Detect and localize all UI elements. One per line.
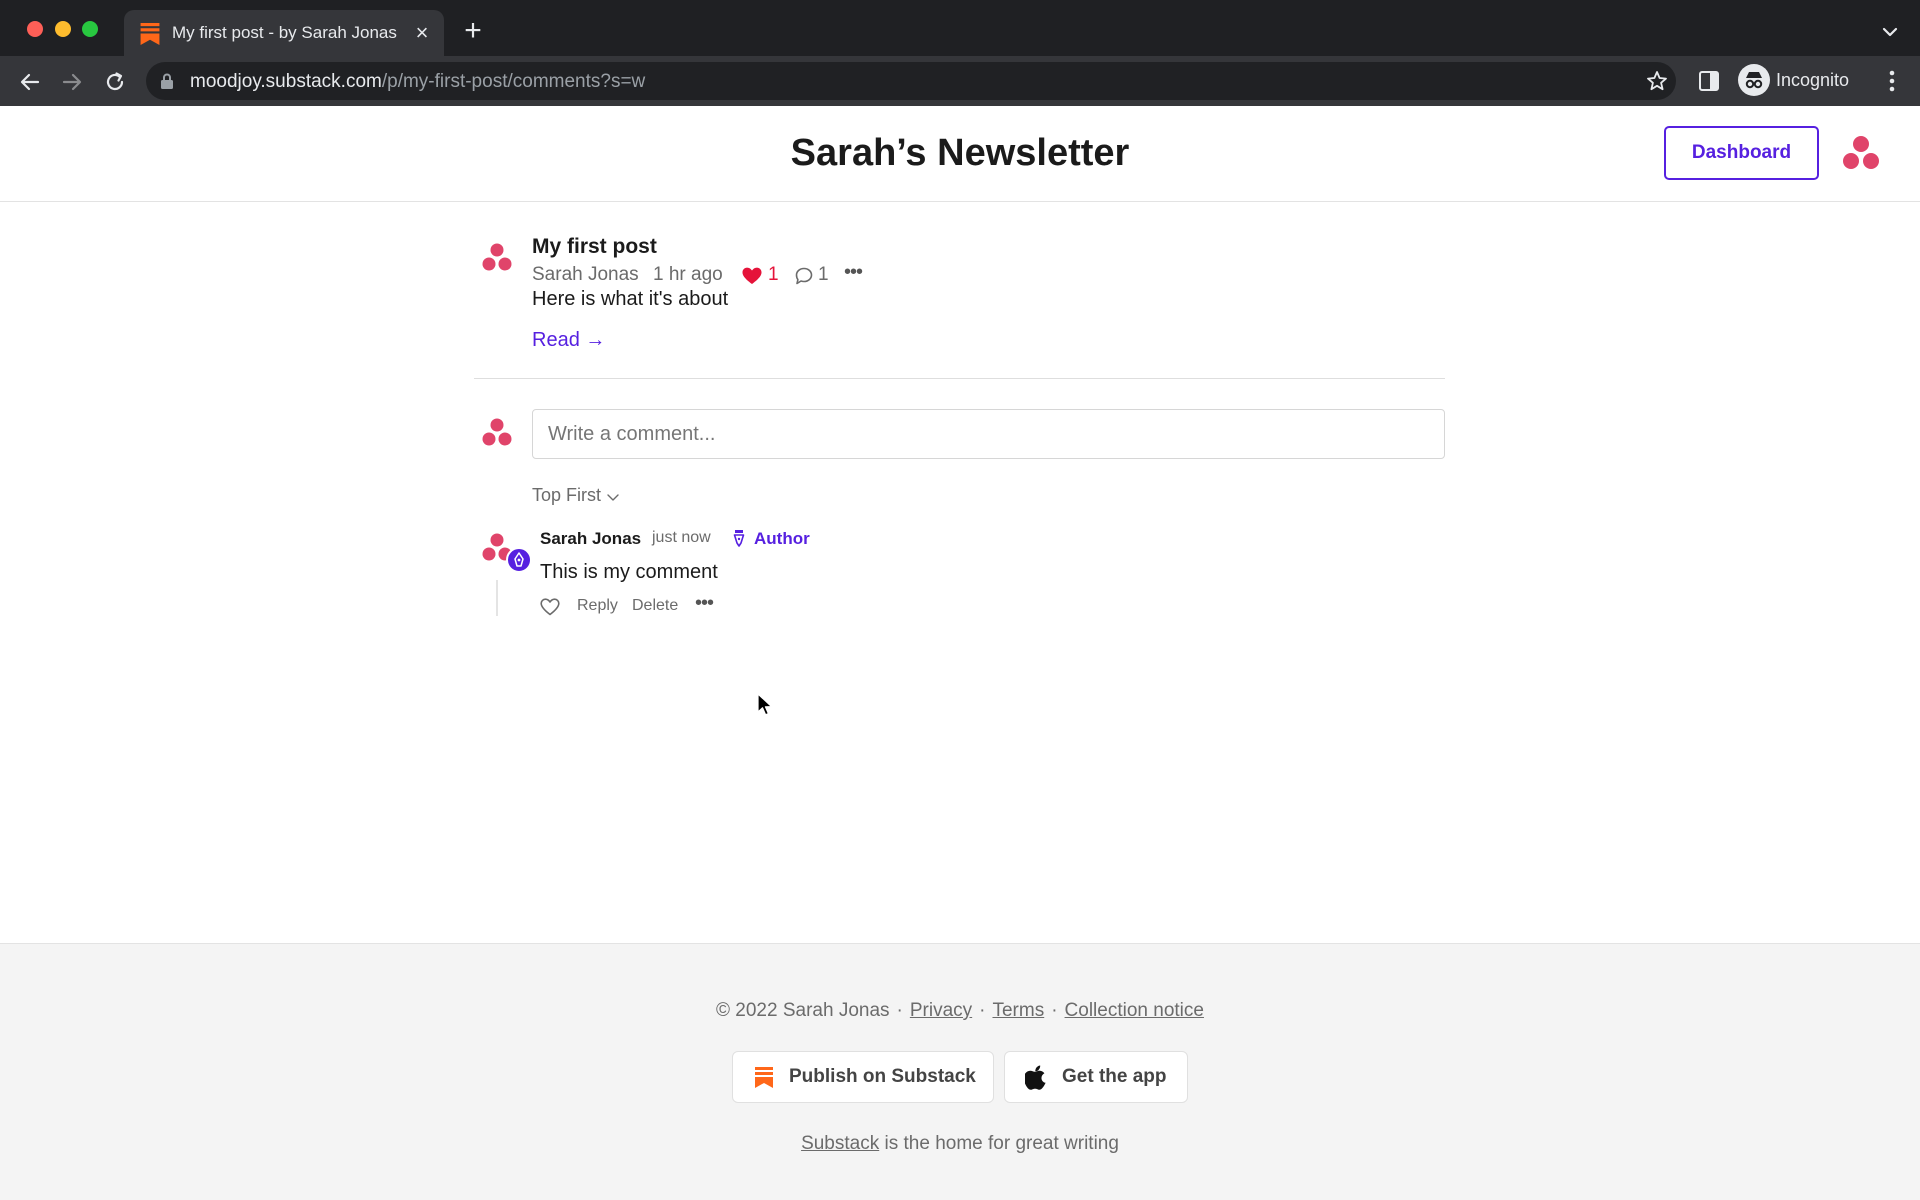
post-subtitle: Here is what it's about: [532, 288, 729, 310]
url-host: moodjoy.substack.com: [190, 71, 382, 92]
address-bar[interactable]: moodjoy.substack.com/p/my-first-post/com…: [146, 62, 1676, 100]
kebab-menu-icon[interactable]: [1882, 68, 1902, 94]
sort-label: Top First: [532, 485, 602, 505]
like-count[interactable]: 1: [768, 264, 779, 286]
tab-search-chevron-icon[interactable]: [1876, 20, 1904, 44]
composer-avatar: [482, 418, 512, 446]
tab-title: My first post - by Sarah Jonas: [172, 23, 397, 42]
terms-link[interactable]: Terms: [992, 1000, 1044, 1021]
read-link[interactable]: Read →: [532, 329, 605, 352]
site-header: Sarah’s Newsletter Dashboard: [0, 106, 1920, 202]
star-icon[interactable]: [1646, 70, 1668, 92]
tab-close-icon[interactable]: ×: [410, 21, 434, 45]
author-badge-icon: [506, 547, 532, 573]
forward-icon[interactable]: [58, 68, 86, 96]
copyright-text: © 2022 Sarah Jonas: [716, 1000, 890, 1021]
footer-links: © 2022 Sarah Jonas · Privacy · Terms · Collect…: [0, 1000, 1920, 1022]
comment-bubble-icon[interactable]: [795, 267, 813, 285]
side-panel-icon[interactable]: [1698, 70, 1720, 92]
incognito-label: Incognito: [1776, 70, 1850, 90]
lock-icon[interactable]: [160, 73, 174, 89]
dashboard-button[interactable]: Dashboard: [1664, 126, 1819, 180]
comment-author[interactable]: Sarah Jonas: [540, 529, 641, 549]
pen-nib-icon: [733, 530, 745, 547]
url-text: moodjoy.substack.com/p/my-first-post/com…: [190, 71, 645, 93]
apple-logo-icon: [1025, 1065, 1046, 1090]
delete-button[interactable]: Delete: [632, 597, 678, 615]
separator: ·: [1051, 1000, 1058, 1021]
post-time: 1 hr ago: [653, 264, 723, 285]
minimize-window-button[interactable]: [55, 21, 71, 37]
comment-more-icon[interactable]: •••: [695, 592, 717, 614]
publish-on-substack-button[interactable]: Publish on Substack: [732, 1051, 994, 1103]
post-title[interactable]: My first post: [532, 235, 657, 259]
post-author[interactable]: Sarah Jonas: [532, 264, 639, 286]
back-icon[interactable]: [16, 68, 44, 96]
tagline-text: is the home for great writing: [879, 1133, 1119, 1154]
chevron-down-icon: [607, 494, 619, 501]
post-author-avatar[interactable]: [482, 243, 512, 273]
new-tab-icon[interactable]: +: [458, 16, 488, 46]
browser-toolbar: moodjoy.substack.com/p/my-first-post/com…: [0, 56, 1920, 106]
author-role-label: Author: [754, 529, 810, 548]
browser-tab[interactable]: My first post - by Sarah Jonas ×: [124, 10, 444, 56]
heart-outline-icon[interactable]: [540, 598, 560, 616]
site-footer: © 2022 Sarah Jonas · Privacy · Terms · Collect…: [0, 943, 1920, 1200]
substack-logo-icon: [755, 1067, 773, 1088]
user-avatar-icon[interactable]: [1842, 135, 1880, 171]
separator: ·: [896, 1000, 903, 1021]
comment-body: This is my comment: [540, 561, 718, 583]
mouse-cursor-icon: [757, 693, 773, 716]
heart-icon[interactable]: [742, 267, 762, 285]
comment-input[interactable]: [532, 409, 1445, 459]
divider: [474, 378, 1445, 379]
tagline: Substack is the home for great writing: [0, 1133, 1920, 1155]
url-path: /p/my-first-post/comments?s=w: [381, 71, 646, 92]
post-more-icon[interactable]: •••: [844, 261, 866, 285]
maximize-window-button[interactable]: [82, 21, 98, 37]
comment-time[interactable]: just now: [652, 529, 711, 547]
comment-count[interactable]: 1: [818, 264, 829, 286]
thread-line[interactable]: [496, 580, 498, 616]
close-window-button[interactable]: [27, 21, 43, 37]
browser-tab-bar: My first post - by Sarah Jonas × +: [0, 0, 1920, 56]
get-the-app-button[interactable]: Get the app: [1004, 1051, 1188, 1103]
reply-button[interactable]: Reply: [577, 597, 618, 615]
collection-notice-link[interactable]: Collection notice: [1065, 1000, 1204, 1021]
get-app-label: Get the app: [1062, 1066, 1167, 1087]
substack-favicon-icon: [140, 23, 160, 45]
reload-icon[interactable]: [101, 68, 129, 96]
incognito-icon[interactable]: [1738, 64, 1770, 96]
substack-link[interactable]: Substack: [801, 1133, 879, 1154]
publish-label: Publish on Substack: [789, 1066, 976, 1087]
separator: ·: [979, 1000, 986, 1021]
newsletter-title[interactable]: Sarah’s Newsletter: [0, 132, 1920, 175]
privacy-link[interactable]: Privacy: [910, 1000, 972, 1021]
